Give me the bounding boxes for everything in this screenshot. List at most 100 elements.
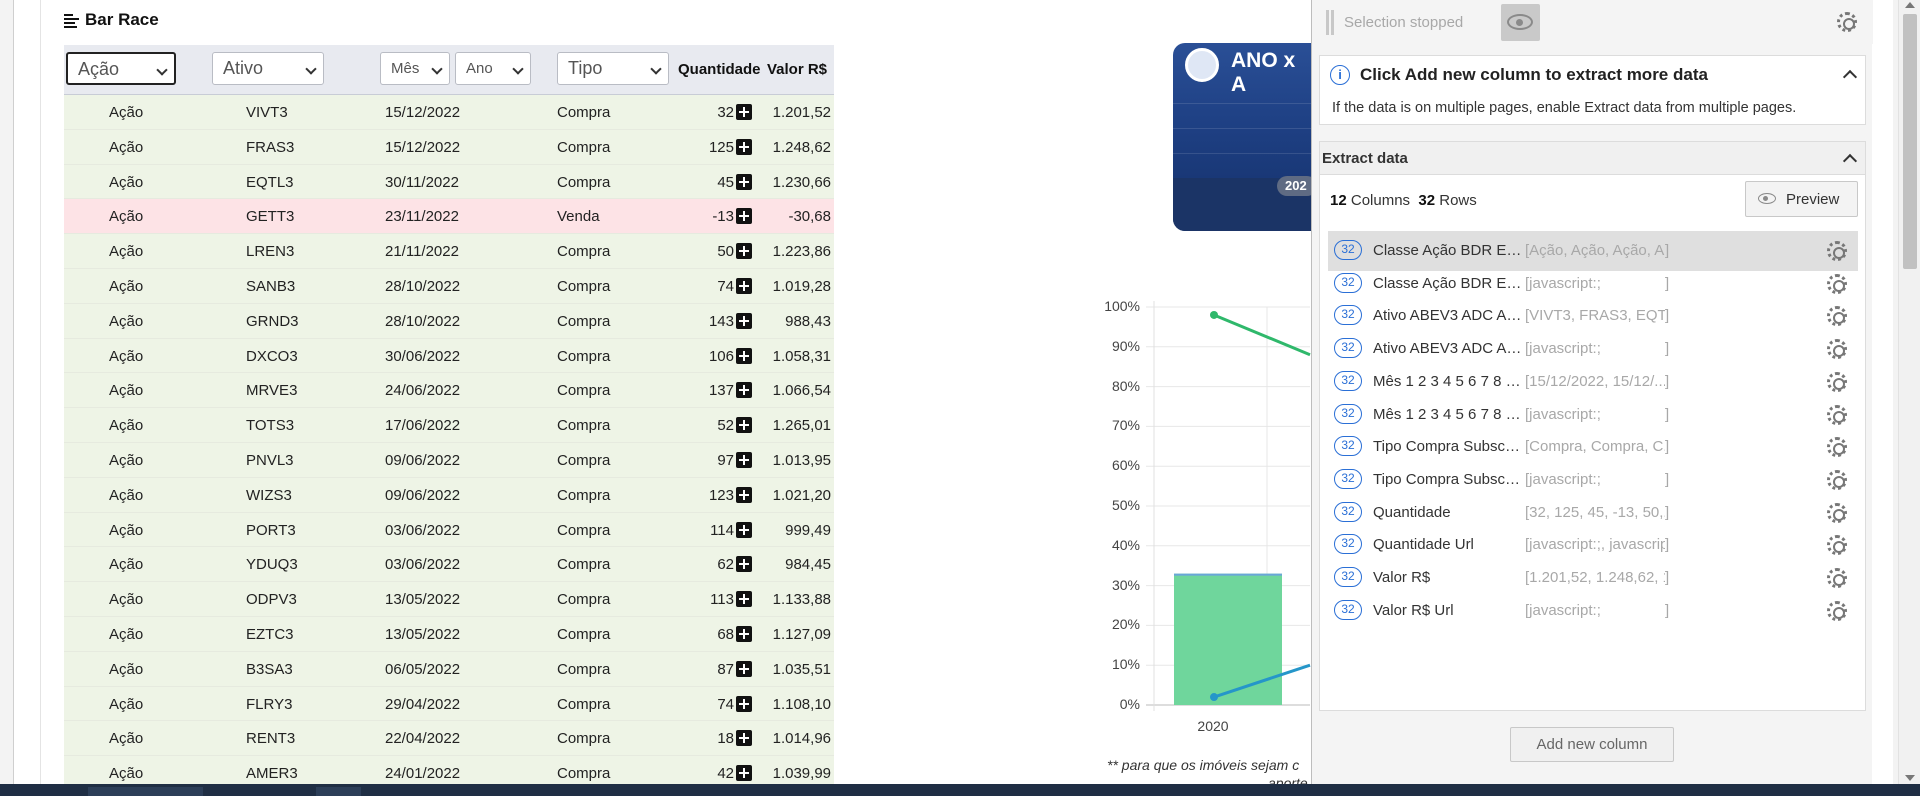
column-settings-gear-icon[interactable]	[1827, 437, 1847, 458]
classe-filter-select[interactable]: Ação	[66, 52, 176, 85]
selection-status: Selection stopped	[1344, 14, 1464, 31]
tipo-filter-value: Tipo	[568, 58, 603, 78]
collapse-chevron-icon[interactable]	[1842, 69, 1858, 85]
table-row[interactable]: Ação FRAS3 15/12/2022 Compra 125 1.248,62	[64, 129, 834, 165]
cell-tipo: Compra	[557, 347, 611, 365]
plus-square-icon[interactable]	[736, 243, 752, 260]
table-row[interactable]: Ação GETT3 23/11/2022 Venda -13 -30,68	[64, 199, 834, 235]
plus-square-icon[interactable]	[736, 730, 752, 747]
table-row[interactable]: Ação GRND3 28/10/2022 Compra 143 988,43	[64, 303, 834, 339]
table-row[interactable]: Ação SANB3 28/10/2022 Compra 74 1.019,28	[64, 268, 834, 304]
column-preview-end: ]	[1665, 438, 1670, 456]
plus-square-icon[interactable]	[736, 625, 752, 642]
ativo-filter-value: Ativo	[223, 58, 264, 78]
table-row[interactable]: Ação WIZS3 09/06/2022 Compra 123 1.021,20	[64, 477, 834, 513]
column-preview-end: ]	[1665, 372, 1670, 390]
plus-square-icon[interactable]	[736, 521, 752, 538]
banner-year-pill: 202	[1277, 176, 1313, 196]
column-settings-gear-icon[interactable]	[1827, 339, 1847, 360]
quantidade-header[interactable]: Quantidade	[678, 61, 761, 78]
column-settings-gear-icon[interactable]	[1827, 535, 1847, 556]
cell-tipo: Compra	[557, 730, 611, 748]
cell-tipo: Compra	[557, 104, 611, 121]
cell-ativo: GETT3	[246, 208, 295, 226]
table-row[interactable]: Ação ODPV3 13/05/2022 Compra 113 1.133,88	[64, 582, 834, 617]
table-row[interactable]: Ação B3SA3 06/05/2022 Compra 87 1.035,51	[64, 651, 834, 687]
plus-square-icon[interactable]	[736, 765, 752, 782]
panel-toolbar: Selection stopped	[1312, 0, 1873, 44]
plus-square-icon[interactable]	[736, 556, 752, 573]
column-preview: [javascript:;	[1525, 601, 1601, 619]
plus-square-icon[interactable]	[736, 173, 752, 190]
column-item[interactable]: 32 Valor R$ Url [javascript:;]	[1328, 591, 1858, 631]
column-settings-gear-icon[interactable]	[1827, 306, 1847, 327]
plus-square-icon[interactable]	[736, 417, 752, 434]
column-settings-gear-icon[interactable]	[1827, 241, 1847, 261]
cell-classe: Ação	[109, 625, 144, 643]
toggle-selection-button[interactable]	[1501, 4, 1540, 41]
plus-square-icon[interactable]	[736, 660, 752, 677]
valor-header[interactable]: Valor R$	[767, 61, 827, 78]
plus-square-icon[interactable]	[736, 451, 752, 468]
preview-button[interactable]: Preview	[1745, 181, 1858, 217]
cell-data: 06/05/2022	[385, 660, 461, 678]
cell-quantidade: 52	[717, 417, 734, 435]
scroll-up-icon[interactable]	[1905, 2, 1915, 8]
drag-handle-icon[interactable]	[1326, 10, 1334, 35]
cell-tipo: Compra	[557, 382, 611, 400]
column-settings-gear-icon[interactable]	[1827, 502, 1847, 523]
table-row[interactable]: Ação DXCO3 30/06/2022 Compra 106 1.058,31	[64, 338, 834, 374]
plus-square-icon[interactable]	[736, 382, 752, 399]
plus-square-icon[interactable]	[736, 695, 752, 712]
table-row[interactable]: Ação YDUQ3 03/06/2022 Compra 62 984,45	[64, 547, 834, 583]
table-row[interactable]: Ação EQTL3 30/11/2022 Compra 45 1.230,66	[64, 164, 834, 200]
extract-data-header[interactable]: Extract data	[1320, 142, 1865, 175]
scroll-down-icon[interactable]	[1905, 775, 1915, 781]
table-row[interactable]: Ação EZTC3 13/05/2022 Compra 68 1.127,09	[64, 616, 834, 652]
column-settings-gear-icon[interactable]	[1827, 371, 1847, 392]
table-row[interactable]: Ação PNVL3 09/06/2022 Compra 97 1.013,95	[64, 442, 834, 478]
column-count-badge: 32	[1334, 403, 1362, 424]
plus-square-icon[interactable]	[736, 312, 752, 329]
cell-data: 03/06/2022	[385, 556, 461, 574]
promo-banner[interactable]: ANO x A 202	[1173, 43, 1313, 231]
page-scrollbar[interactable]	[1898, 0, 1920, 784]
info-card: i Click Add new column to extract more d…	[1319, 55, 1866, 125]
table-row[interactable]: Ação FLRY3 29/04/2022 Compra 74 1.108,10	[64, 686, 834, 722]
table-row[interactable]: Ação LREN3 21/11/2022 Compra 50 1.223,86	[64, 234, 834, 269]
column-settings-gear-icon[interactable]	[1827, 600, 1847, 621]
plus-square-icon[interactable]	[736, 486, 752, 503]
column-settings-gear-icon[interactable]	[1827, 273, 1847, 294]
column-name: Mês 1 2 3 4 5 6 7 8 9...	[1373, 372, 1523, 390]
scrollbar-thumb[interactable]	[1903, 14, 1917, 269]
plus-square-icon[interactable]	[736, 104, 752, 120]
table-row[interactable]: Ação VIVT3 15/12/2022 Compra 32 1.201,52	[64, 95, 834, 130]
table-row[interactable]: Ação PORT3 03/06/2022 Compra 114 999,49	[64, 512, 834, 548]
settings-gear-icon[interactable]	[1837, 12, 1857, 32]
column-settings-gear-icon[interactable]	[1827, 469, 1847, 490]
column-settings-gear-icon[interactable]	[1827, 568, 1847, 588]
plus-square-icon[interactable]	[736, 277, 752, 294]
cell-classe: Ação	[109, 521, 144, 539]
table-row[interactable]: Ação TOTS3 17/06/2022 Compra 52 1.265,01	[64, 408, 834, 443]
add-new-column-button[interactable]: Add new column	[1510, 727, 1674, 762]
ano-filter-select[interactable]: Ano	[455, 52, 531, 85]
column-settings-gear-icon[interactable]	[1827, 404, 1847, 425]
ativo-filter-select[interactable]: Ativo	[212, 52, 324, 85]
tipo-filter-select[interactable]: Tipo	[557, 52, 669, 85]
table-row[interactable]: Ação MRVE3 24/06/2022 Compra 137 1.066,54	[64, 373, 834, 409]
cell-classe: Ação	[109, 451, 144, 469]
plus-square-icon[interactable]	[736, 347, 752, 364]
plus-square-icon[interactable]	[736, 138, 752, 155]
table-row[interactable]: Ação RENT3 22/04/2022 Compra 18 1.014,96	[64, 721, 834, 757]
plus-square-icon[interactable]	[736, 591, 752, 608]
page-title: Bar Race	[64, 10, 159, 30]
cell-valor: 1.127,09	[772, 625, 831, 643]
plus-square-icon[interactable]	[736, 208, 752, 225]
cell-ativo: DXCO3	[246, 347, 298, 365]
collapse-chevron-icon[interactable]	[1842, 153, 1858, 169]
cell-classe: Ação	[109, 382, 144, 400]
cell-tipo: Compra	[557, 521, 611, 539]
mes-filter-select[interactable]: Mês	[380, 52, 450, 85]
cell-quantidade: 62	[717, 556, 734, 574]
